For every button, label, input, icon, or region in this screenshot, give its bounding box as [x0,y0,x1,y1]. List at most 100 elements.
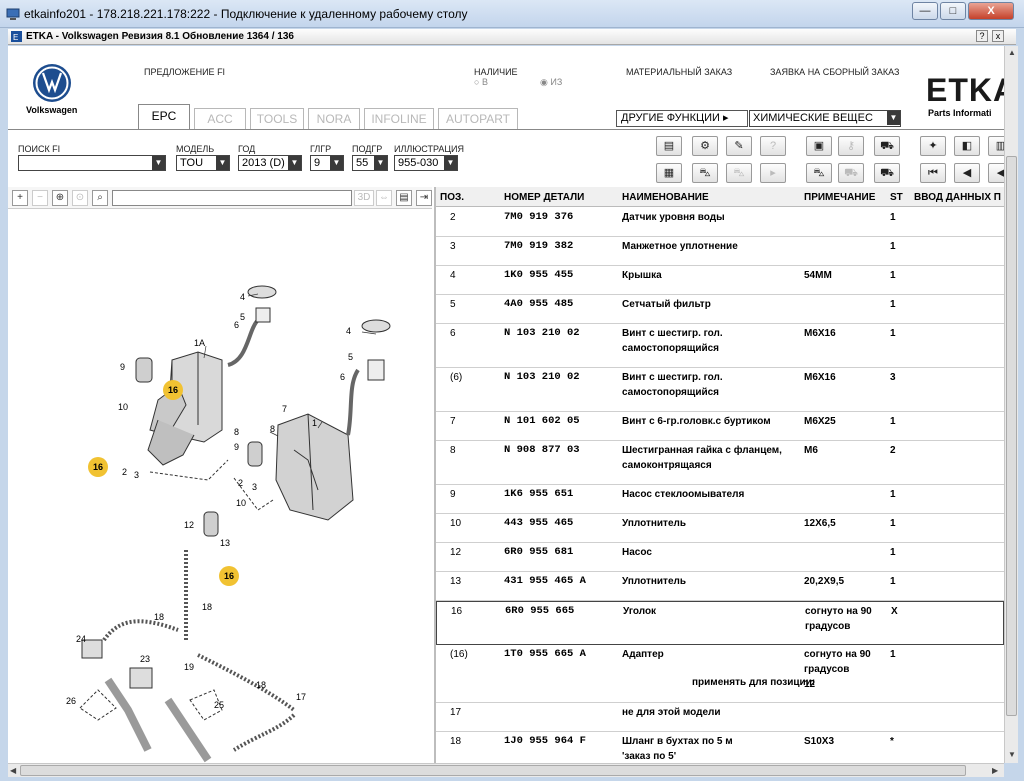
first-page-icon[interactable]: ⏮ [920,163,946,183]
table-row[interactable]: 9 1K6 955 651 Насос стеклоомывателя 1 [436,485,1004,514]
tab-acc[interactable]: ACC [194,108,246,129]
table-row[interactable]: 2 7M0 919 376 Датчик уровня воды 1 [436,208,1004,237]
assembly-order-label[interactable]: ЗАЯВКА НА СБОРНЫЙ ЗАКАЗ [770,67,899,77]
tab-epc[interactable]: EPC [138,104,190,130]
cell-part-number: N 103 210 02 [504,371,580,383]
scroll-down-icon[interactable]: ▼ [1008,750,1016,759]
search-fi-select[interactable]: ▼ [18,155,166,171]
maximize-button[interactable]: □ [940,2,966,20]
zoom-out-icon[interactable]: − [32,190,48,206]
table-row[interactable]: 13 431 955 465 A Уплотнитель 20,2X9,5 1 [436,572,1004,601]
tab-nora[interactable]: NORA [308,108,360,129]
horizontal-scrollbar[interactable]: ◀ ▶ [8,763,1004,777]
car-outline-icon[interactable]: ⛍ [726,163,752,183]
label-18a: 18 [202,602,212,612]
model-select[interactable]: TOU ▼ [176,155,230,171]
cell-part-number: 6R0 955 681 [504,546,574,558]
year-select[interactable]: 2013 (D) ▼ [238,155,302,171]
basket-dim-icon[interactable]: ⛟ [838,163,864,183]
print-icon[interactable]: ▤ [656,136,682,156]
table-row[interactable]: 17 не для этой модели [436,703,1004,732]
list-back-icon[interactable]: ◧ [954,136,980,156]
rdp-window-title: etkainfo201 - 178.218.221.178:222 - Подк… [24,7,468,21]
list-icon[interactable]: ▥ [988,136,1004,156]
next-page-icon[interactable]: ◀ [988,163,1004,183]
help-search-icon[interactable]: ? [760,136,786,156]
scroll-left-icon[interactable]: ◀ [10,766,16,775]
table-row[interactable]: 18 1J0 955 964 F Шланг в бухтах по 5 м 'зак… [436,732,1004,763]
view-3d-button[interactable]: 3D [354,190,374,206]
table-row[interactable]: 3 7M0 919 382 Манжетное уплотнение 1 [436,237,1004,266]
label-26: 26 [66,696,76,706]
table-row[interactable]: 16 6R0 955 665 Уголок согнуто на 90 градусов… [436,601,1004,645]
callout-16-a[interactable]: 16 [163,380,183,400]
table-row[interactable]: (6) N 103 210 02 Винт с шестигр. гол. самос… [436,368,1004,412]
horizontal-scroll-thumb[interactable] [20,765,966,776]
col-name[interactable]: НАИМЕНОВАНИЕ [622,192,709,203]
search-icon[interactable]: ⌕ [92,190,108,206]
main-group-select[interactable]: 9 ▼ [310,155,344,171]
table-icon[interactable]: ▦ [656,163,682,183]
pin-icon[interactable]: ✦ [920,136,946,156]
other-functions-button[interactable]: ДРУГИЕ ФУНКЦИИ ▸ [616,110,748,127]
zoom-fit-icon[interactable]: ⊕ [52,190,68,206]
car-side-icon[interactable]: ⛍ [806,163,832,183]
label-2: 2 [122,467,127,477]
illustration-select[interactable]: 955-030 ▼ [394,155,458,171]
minimize-button[interactable]: — [912,2,938,20]
cell-pos: (6) [450,372,463,383]
elsa-icon[interactable]: ▣ [806,136,832,156]
tab-tools[interactable]: TOOLS [250,108,304,129]
illustration-search-input[interactable] [112,190,352,206]
cell-part-number: N 101 602 05 [504,415,580,427]
cell-pos: 10 [450,518,462,529]
table-row[interactable]: 4 1K0 955 455 Крышка 54MM 1 [436,266,1004,295]
help-button[interactable]: ? [976,30,988,42]
table-row[interactable]: 10 443 955 465 Уплотнитель 12X6,5 1 [436,514,1004,543]
expand-icon[interactable]: ⇥ [416,190,432,206]
cell-name: Шестигранная гайка с фланцем, [622,445,782,456]
table-row[interactable]: 5 4A0 955 485 Сетчатый фильтр 1 [436,295,1004,324]
callout-16-b[interactable]: 16 [88,457,108,477]
col-pos[interactable]: ПОЗ. [440,192,464,203]
tab-autopart[interactable]: AUTOPART [438,108,518,129]
etka-close-button[interactable]: x [992,30,1004,42]
label-24: 24 [76,634,86,644]
key-icon[interactable]: ⚷ [838,136,864,156]
scroll-right-icon[interactable]: ▶ [992,766,998,775]
repair-info-icon[interactable]: ⚙ [692,136,718,156]
table-row[interactable]: 8 N 908 877 03 Шестигранная гайка с фланце… [436,441,1004,485]
basket-icon[interactable]: ⛟ [874,163,900,183]
zoom-in-icon[interactable]: + [12,190,28,206]
callout-16-c[interactable]: 16 [219,566,239,586]
car-icon[interactable]: ⛍ [692,163,718,183]
cart-add-icon[interactable]: ⛟ [874,136,900,156]
vertical-scrollbar[interactable]: ▲ ▼ [1004,46,1018,763]
zoom-area-icon[interactable]: ⊙ [72,190,88,206]
vertical-scroll-thumb[interactable] [1006,156,1017,716]
chevron-down-icon: ▼ [887,111,900,125]
prev-page-icon[interactable]: ◀ [954,163,980,183]
col-note[interactable]: ПРИМЕЧАНИЕ [804,192,875,203]
col-part-number[interactable]: НОМЕР ДЕТАЛИ [504,192,584,203]
parts-illustration[interactable]: 1A 1 2 2 3 3 4 4 5 5 6 6 7 8 8 9 9 10 10… [8,210,432,763]
sub-group-select[interactable]: 55 ▼ [352,155,388,171]
close-button[interactable]: X [968,2,1014,20]
scroll-up-icon[interactable]: ▲ [1008,48,1016,57]
tools-icon[interactable]: ✎ [726,136,752,156]
table-row[interactable]: 6 N 103 210 02 Винт с шестигр. гол. самосто… [436,324,1004,368]
material-order-label[interactable]: МАТЕРИАЛЬНЫЙ ЗАКАЗ [626,67,732,77]
col-st[interactable]: ST [890,192,903,203]
cell-name: Адаптер [622,649,664,660]
table-row[interactable]: (16) 1T0 955 665 A Адаптер согнуто на 90 гра… [436,645,1004,703]
arrow-end-icon[interactable]: ▸ [760,163,786,183]
radio-iz[interactable]: ◉ ИЗ [540,77,562,88]
radio-v[interactable]: ○ В [474,77,488,87]
table-row[interactable]: 12 6R0 955 681 Насос 1 [436,543,1004,572]
other-functions-select[interactable]: ХИМИЧЕСКИЕ ВЕЩЕС ▼ [749,110,901,127]
tab-infoline[interactable]: INFOLINE [364,108,434,129]
layout-icon[interactable]: ▤ [396,190,412,206]
col-input[interactable]: ВВОД ДАННЫХ П [914,192,1001,203]
table-row[interactable]: 7 N 101 602 05 Винт с 6-гр.головк.с буртик… [436,412,1004,441]
flip-icon[interactable]: ⇔ [376,190,392,206]
